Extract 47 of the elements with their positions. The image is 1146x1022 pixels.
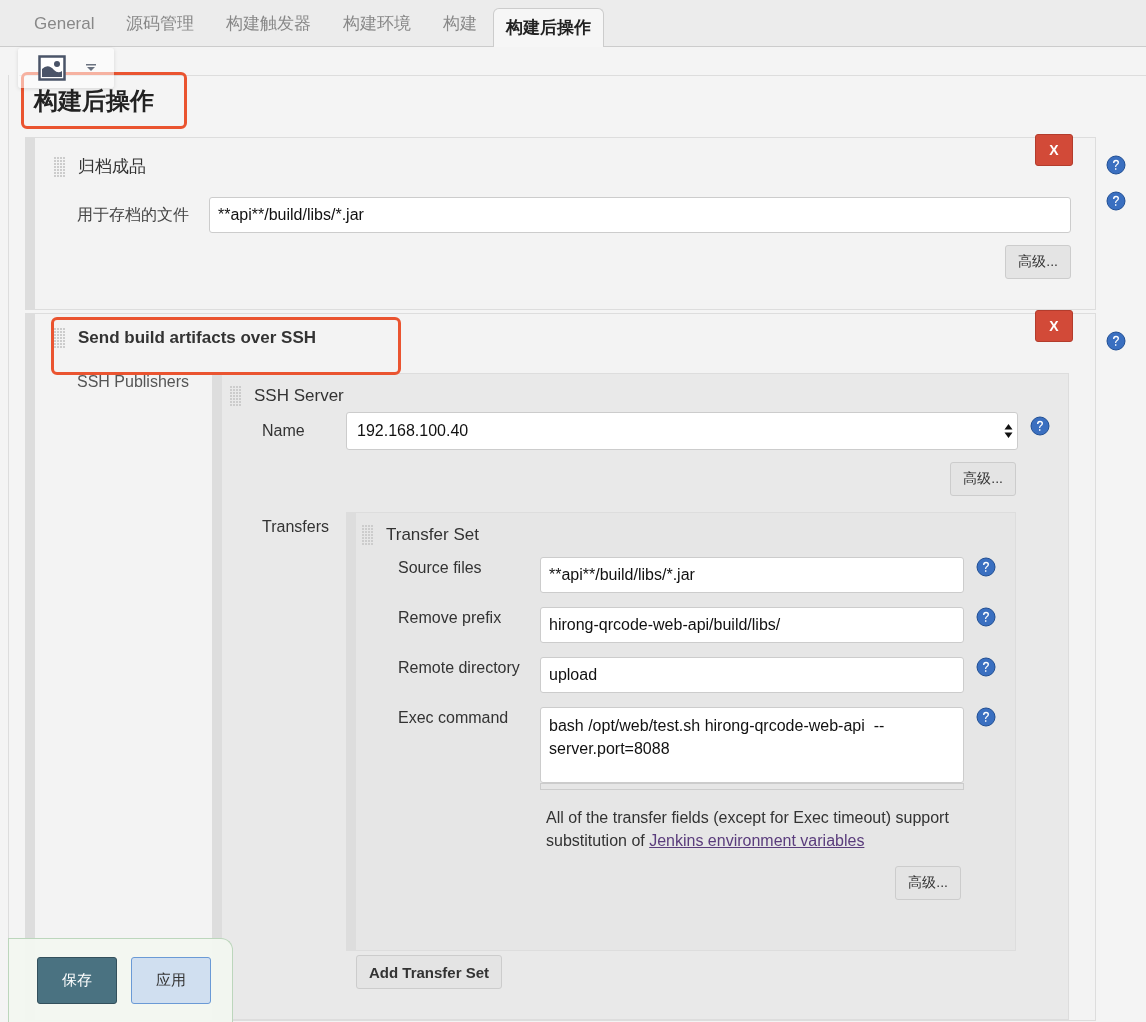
advanced-button[interactable]: 高级... <box>950 462 1016 496</box>
delete-button[interactable]: X <box>1035 134 1073 166</box>
server-select[interactable]: 192.168.100.40 <box>346 412 1018 450</box>
server-title: SSH Server <box>254 386 344 406</box>
advanced-button[interactable]: 高级... <box>1005 245 1071 279</box>
section-heading: 构建后操作 <box>34 86 154 116</box>
drag-handle-icon[interactable] <box>362 525 374 545</box>
caret-icon[interactable] <box>86 64 96 72</box>
step-title: 归档成品 <box>78 156 146 178</box>
step-title: Send build artifacts over SSH <box>78 328 317 348</box>
field-label: Transfers <box>262 517 330 537</box>
transfer-set-title: Transfer Set <box>386 525 479 545</box>
resize-grip[interactable] <box>540 783 964 790</box>
field-label: Remote directory <box>398 658 521 677</box>
drag-handle-icon[interactable] <box>54 328 66 348</box>
help-icon[interactable] <box>976 707 996 727</box>
input-field[interactable]: **api**/build/libs/*.jar <box>540 557 964 593</box>
input-field[interactable]: hirong-qrcode-web-api/build/libs/ <box>540 607 964 643</box>
field-label: SSH Publishers <box>77 373 191 391</box>
env-vars-link[interactable]: Jenkins environment variables <box>649 832 865 849</box>
field-label: Source files <box>398 558 483 577</box>
help-icon[interactable] <box>976 607 996 627</box>
save-button[interactable]: 保存 <box>37 957 117 1004</box>
field-label: Exec command <box>398 708 510 727</box>
help-icon[interactable] <box>976 557 996 577</box>
image-icon[interactable] <box>38 55 66 81</box>
field-label: Name <box>262 422 306 440</box>
add-transfer-set-button[interactable]: Add Transfer Set <box>356 955 503 989</box>
updown-arrows-icon <box>1004 423 1013 439</box>
image-toolbar[interactable] <box>18 48 114 88</box>
help-icon[interactable] <box>1106 155 1126 175</box>
input-field[interactable]: **api**/build/libs/*.jar <box>209 197 1071 233</box>
advanced-button[interactable]: 高级... <box>895 866 961 900</box>
delete-button[interactable]: X <box>1035 310 1073 342</box>
field-label: Remove prefix <box>398 608 503 627</box>
text-area[interactable]: bash /opt/web/test.sh hirong-qrcode-web-api --server.port=8088 <box>540 707 964 783</box>
field-label: 用于存档的文件 <box>77 204 190 225</box>
help-icon[interactable] <box>1030 416 1050 436</box>
apply-button[interactable]: 应用 <box>131 957 211 1004</box>
drag-handle-icon[interactable] <box>230 386 242 406</box>
help-note: All of the transfer fields (except for Exec timeout) support substitution of Jenkins environment variables <box>546 808 950 851</box>
help-icon[interactable] <box>1106 331 1126 351</box>
drag-handle-icon[interactable] <box>54 156 66 177</box>
tab[interactable]: 构建后操作 <box>493 8 605 47</box>
input-field[interactable]: upload <box>540 657 964 693</box>
help-icon[interactable] <box>1106 191 1126 211</box>
help-icon[interactable] <box>976 657 996 677</box>
